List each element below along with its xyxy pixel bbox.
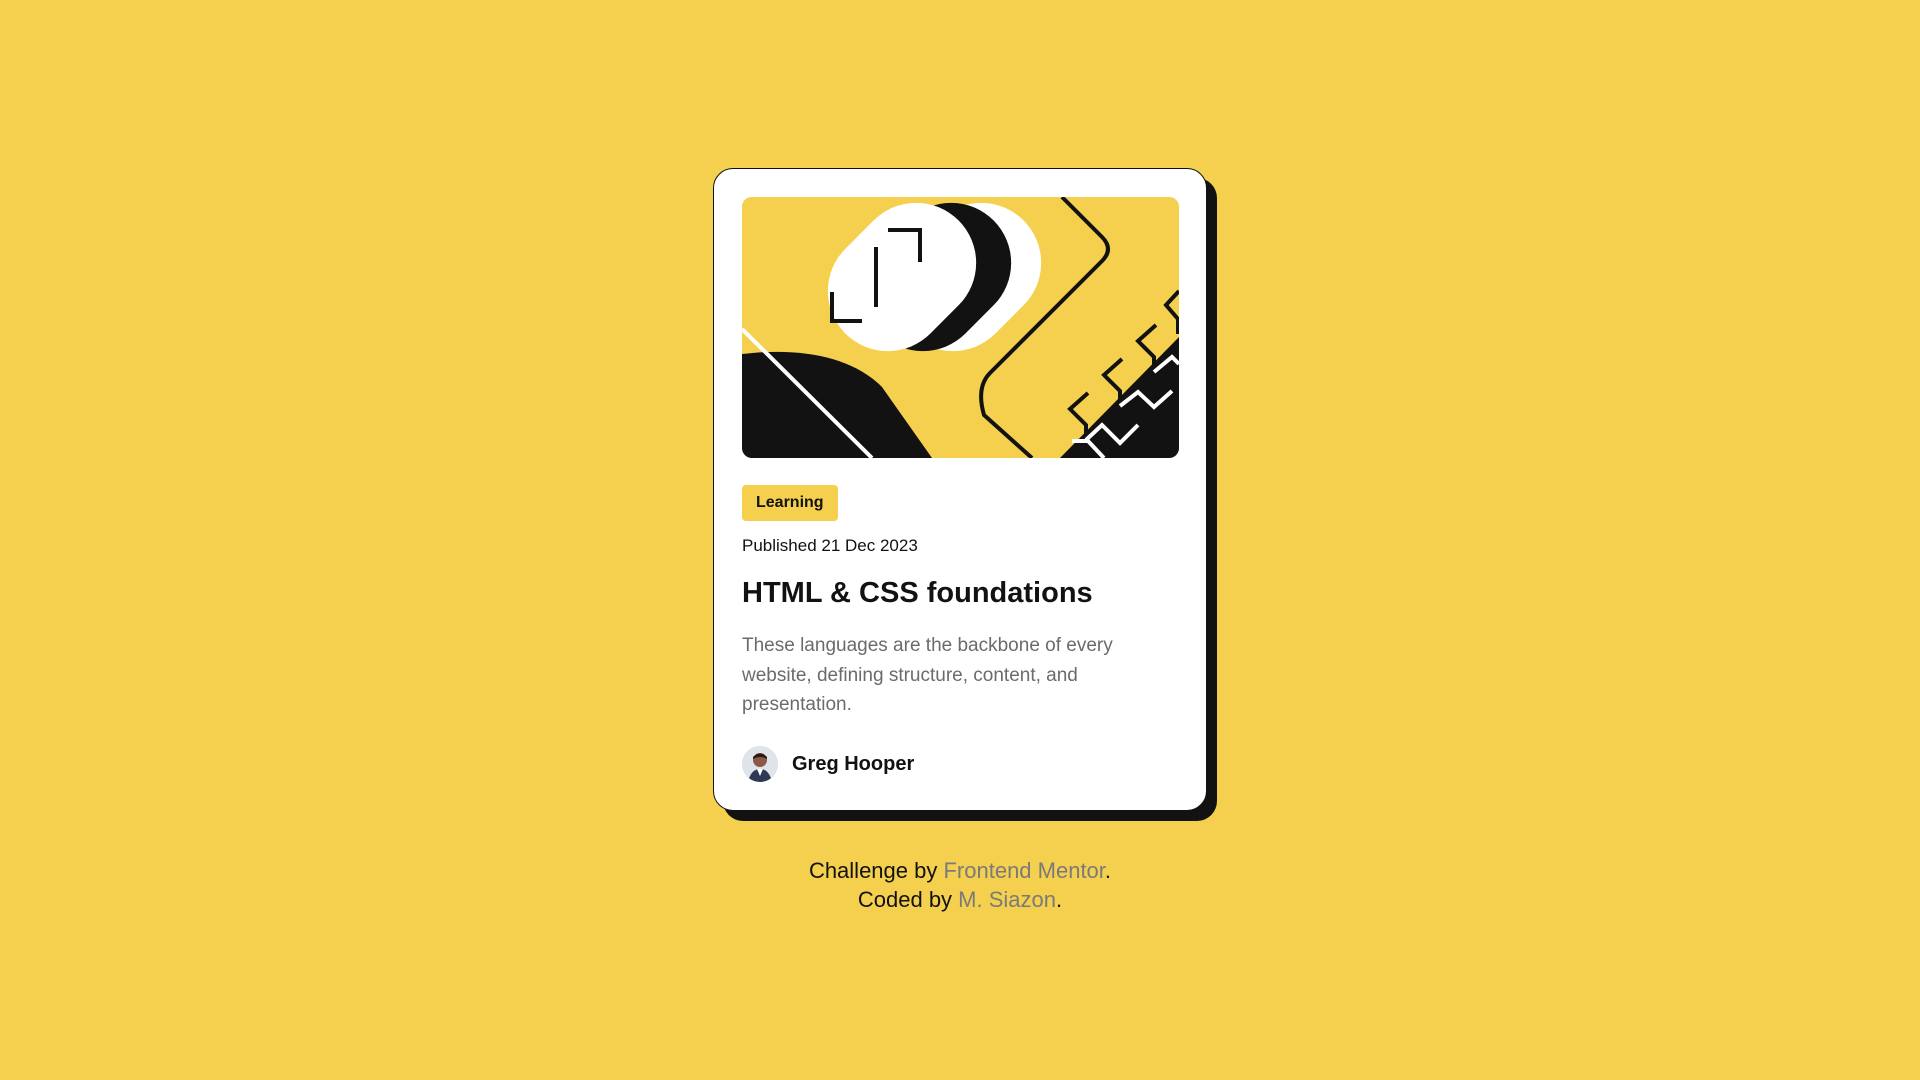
blog-preview-card: Learning Published 21 Dec 2023 HTML & CS… [713,168,1207,811]
frontend-mentor-link[interactable]: Frontend Mentor [943,858,1104,883]
card-title[interactable]: HTML & CSS foundations [742,577,1093,610]
coder-link[interactable]: M. Siazon [958,887,1056,912]
category-tag: Learning [742,485,838,521]
attribution-period: . [1104,858,1112,883]
attribution-period: . [1056,887,1063,912]
attribution-text: Challenge by [808,858,944,883]
avatar [742,746,778,782]
attribution-line-challenge: Challenge by Frontend Mentor. [0,856,1920,885]
publish-date: Published 21 Dec 2023 [742,536,918,555]
card-description: These languages are the backbone of ever… [742,635,1113,715]
author-name: Greg Hooper [792,752,915,775]
author: Greg Hooper [742,746,914,782]
hero-illustration [742,197,1179,458]
attribution: Challenge by Frontend Mentor. Coded by M… [0,856,1920,914]
attribution-line-coder: Coded by M. Siazon. [0,885,1920,914]
attribution-text: Coded by [857,887,959,912]
